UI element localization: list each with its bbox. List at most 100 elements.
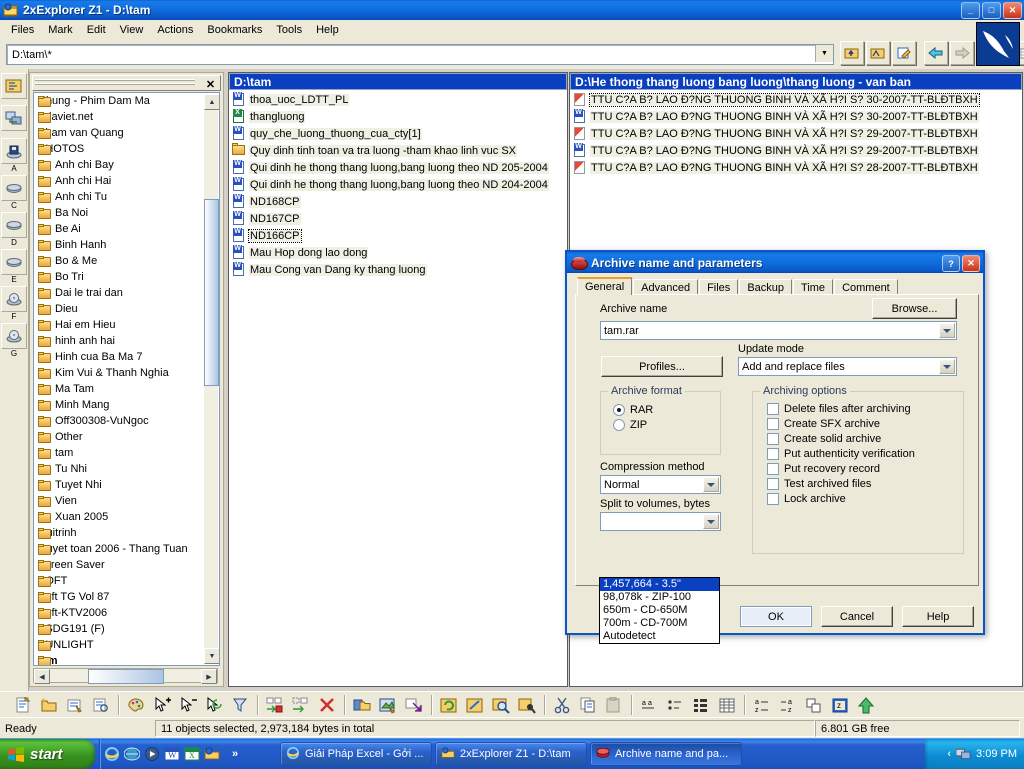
cd-drive-icon[interactable]	[1, 286, 27, 312]
chevron-down-icon[interactable]	[703, 514, 719, 529]
tree-vertical-scrollbar[interactable]: ▲ ▼	[204, 94, 219, 664]
file-row[interactable]: Mau Hop dong lao dong	[230, 244, 566, 261]
tab-comment[interactable]: Comment	[834, 279, 898, 295]
drive-button-a[interactable]: A	[1, 138, 27, 173]
task-button-2xexplorer[interactable]: 2xExplorer Z1 - D:\tam	[435, 742, 587, 766]
select-palette-icon[interactable]	[124, 694, 148, 716]
file-row[interactable]: ND166CP	[230, 227, 566, 244]
split-option[interactable]: 650m - CD-650M	[600, 604, 719, 617]
excel-icon[interactable]: X	[184, 746, 200, 762]
tree-item[interactable]: Tu Nhi	[34, 461, 204, 477]
close-icon[interactable]: ✕	[204, 78, 217, 91]
dup-icon[interactable]	[802, 694, 826, 716]
ok-button[interactable]: OK	[740, 606, 812, 627]
browse-button[interactable]: Browse...	[872, 298, 957, 319]
file-row[interactable]: ND168CP	[230, 193, 566, 210]
sort-name-icon[interactable]: aa	[637, 694, 661, 716]
drive-button-c[interactable]: C	[1, 175, 27, 210]
checkbox-icon[interactable]	[767, 433, 779, 445]
menu-item-mark[interactable]: Mark	[41, 22, 79, 38]
radio-zip[interactable]: ZIP	[613, 419, 720, 431]
update-mode-combo[interactable]: Add and replace files	[738, 357, 957, 376]
split-option[interactable]: Autodetect	[600, 630, 719, 643]
media-player-icon[interactable]	[144, 746, 160, 762]
compare-folders-icon[interactable]	[350, 694, 374, 716]
tree-item[interactable]: Soft TG Vol 87	[34, 589, 204, 605]
archiving-option[interactable]: Test archived files	[767, 478, 963, 490]
chevron-down-icon[interactable]: ▼	[815, 45, 833, 62]
tree-item[interactable]: Pham van Quang	[34, 125, 204, 141]
select-add-icon[interactable]	[150, 694, 174, 716]
split-option[interactable]: 700m - CD-700M	[600, 617, 719, 630]
explorer-icon[interactable]	[204, 746, 220, 762]
tree-item[interactable]: tam	[34, 445, 204, 461]
center-file-list[interactable]: thoa_uoc_LDTT_PL thangluong quy_che_luong_…	[230, 91, 566, 685]
file-row[interactable]: TTU C?A B? LAO Ð?NG THUONG BINH VÀ XÃ H?…	[571, 91, 1021, 108]
sort-az-icon[interactable]: az	[750, 694, 774, 716]
radio-rar[interactable]: RAR	[613, 404, 720, 416]
split-volumes-combo[interactable]	[600, 512, 721, 531]
tree-item[interactable]: Kim Vui & Thanh Nghia	[34, 365, 204, 381]
archiving-option[interactable]: Create solid archive	[767, 433, 963, 445]
folder-tree-list[interactable]: Nhung - Phim Dam Ma Pdaviet.net Pham van Q…	[33, 92, 220, 666]
archiving-option[interactable]: Delete files after archiving	[767, 403, 963, 415]
new-file-icon[interactable]	[11, 694, 35, 716]
chevron-down-icon[interactable]	[703, 477, 719, 492]
tree-item[interactable]: Screen Saver	[34, 557, 204, 573]
tree-item[interactable]: Quitrinh	[34, 525, 204, 541]
tree-item[interactable]: Bo Tri	[34, 269, 204, 285]
split-option[interactable]: 1,457,664 - 3.5"	[600, 578, 719, 591]
up-icon[interactable]	[854, 694, 878, 716]
sync-folders-icon[interactable]	[376, 694, 400, 716]
menu-item-help[interactable]: Help	[309, 22, 346, 38]
tree-item[interactable]: Dieu	[34, 301, 204, 317]
tab-backup[interactable]: Backup	[739, 279, 793, 295]
menu-item-bookmarks[interactable]: Bookmarks	[200, 22, 269, 38]
tree-scroll-thumb[interactable]	[204, 199, 219, 386]
tree-horizontal-scrollbar[interactable]: ◀ ▶	[33, 668, 218, 684]
file-row[interactable]: Mau Cong van Dang ky thang luong	[230, 261, 566, 278]
hard-drive-icon[interactable]	[1, 212, 27, 238]
checkbox-icon[interactable]	[767, 448, 779, 460]
filter-icon[interactable]	[228, 694, 252, 716]
move-arrow-icon[interactable]	[402, 694, 426, 716]
tab-files[interactable]: Files	[699, 279, 739, 295]
link-icon[interactable]	[463, 694, 487, 716]
archive-name-combo[interactable]: tam.rar	[600, 321, 957, 340]
menu-item-actions[interactable]: Actions	[150, 22, 200, 38]
tree-item[interactable]: Dai le trai dan	[34, 285, 204, 301]
find-dup-icon[interactable]	[515, 694, 539, 716]
help-button[interactable]: ?	[942, 255, 960, 272]
file-row[interactable]: TTU C?A B? LAO Ð?NG THUONG BINH VÀ XÃ H?…	[571, 142, 1021, 159]
dialog-close-button[interactable]: ✕	[962, 255, 980, 272]
properties-icon[interactable]	[63, 694, 87, 716]
tree-item[interactable]: Be Ai	[34, 221, 204, 237]
split-option[interactable]: 98,078k - ZIP-100	[600, 591, 719, 604]
select-remove-icon[interactable]	[176, 694, 200, 716]
tree-item[interactable]: Hinh cua Ba Ma 7	[34, 349, 204, 365]
browser-globe-icon[interactable]	[123, 746, 141, 762]
checkbox-icon[interactable]	[767, 418, 779, 430]
tab-time[interactable]: Time	[793, 279, 834, 295]
up-folder-icon[interactable]	[840, 41, 864, 65]
hard-drive-icon[interactable]	[1, 175, 27, 201]
tab-advanced[interactable]: Advanced	[633, 279, 699, 295]
delete-icon[interactable]	[315, 694, 339, 716]
back-arrow-icon[interactable]	[924, 41, 948, 65]
start-button[interactable]: start	[0, 739, 95, 769]
floppy-drive-icon[interactable]	[1, 138, 27, 164]
tree-item[interactable]: Tuyet Nhi	[34, 477, 204, 493]
chevron-down-icon[interactable]	[939, 359, 955, 374]
menu-item-files[interactable]: Files	[4, 22, 41, 38]
tree-item[interactable]: Ma Tam	[34, 381, 204, 397]
file-row[interactable]: quy_che_luong_thuong_cua_cty[1]	[230, 125, 566, 142]
file-row[interactable]: ND167CP	[230, 210, 566, 227]
file-row[interactable]: TTU C?A B? LAO Ð?NG THUONG BINH VÀ XÃ H?…	[571, 108, 1021, 125]
list-view-icon[interactable]	[715, 694, 739, 716]
file-row[interactable]: thangluong	[230, 108, 566, 125]
file-row[interactable]: TTU C?A B? LAO Ð?NG THUONG BINH VÀ XÃ H?…	[571, 125, 1021, 142]
scroll-right-icon[interactable]: ▶	[201, 669, 217, 684]
network-computer-icon[interactable]	[1, 105, 27, 131]
tree-item[interactable]: SUNLIGHT	[34, 637, 204, 653]
edit-note-icon[interactable]	[892, 41, 916, 65]
